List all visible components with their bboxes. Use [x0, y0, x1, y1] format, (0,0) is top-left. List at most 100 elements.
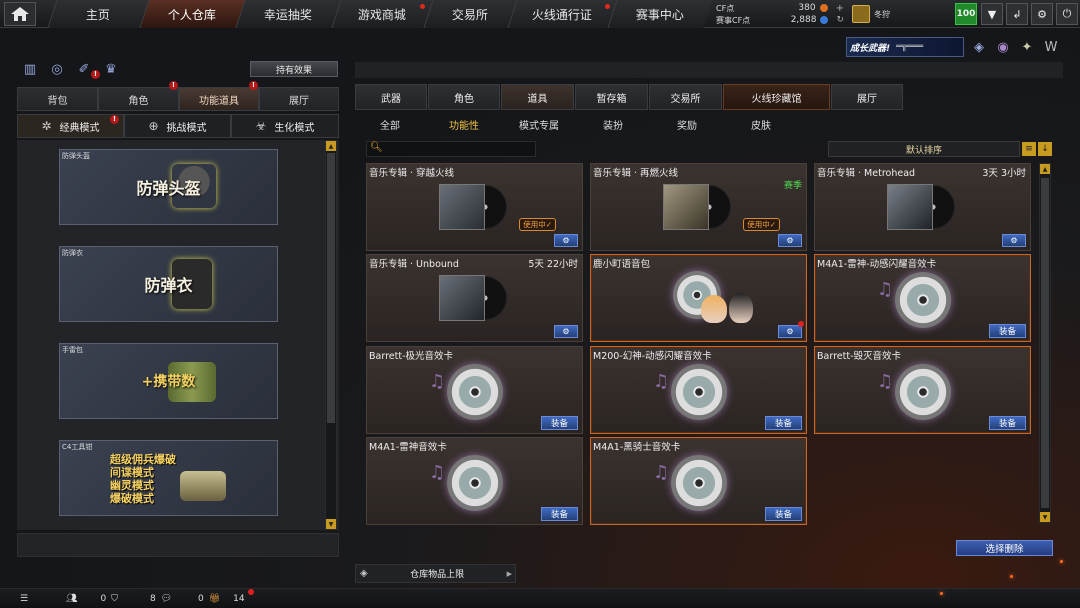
nav-tab-events[interactable]: 赛事中心: [607, 0, 713, 28]
ranking-icon[interactable]: ▥: [20, 60, 40, 78]
home-icon[interactable]: [4, 2, 36, 26]
album-icon: [439, 275, 509, 321]
expand-arrow-icon[interactable]: ▶: [507, 570, 512, 578]
item-card-sound-card[interactable]: M200-幻神-动感闪耀音效卡 ♫ 装备: [590, 346, 807, 434]
friends-counter[interactable]: 👥︎ 0 ⛉: [66, 592, 118, 606]
gift-icon: 🎁︎: [208, 594, 221, 604]
chat-counter[interactable]: 8 💬︎: [150, 592, 172, 606]
c4-tool-card[interactable]: C4工具钳 超级佣兵爆破 间谍模式 幽灵模式 爆破模式: [59, 440, 278, 516]
nav-tab-shop[interactable]: 游戏商城: [331, 0, 433, 28]
tab-challenge-mode[interactable]: ⊕ 挑战模式: [124, 114, 231, 138]
grenade-pack-card[interactable]: 手雷包 +携带数: [59, 343, 278, 419]
sort-order-icon[interactable]: ↓: [1038, 142, 1052, 156]
item-card-sound-card[interactable]: M4A1-雷神音效卡 ♫ 装备: [366, 437, 583, 525]
item-card-album[interactable]: 音乐专辑 · 再燃火线 赛季 使用中✓ ⚙: [590, 163, 807, 251]
subtab-all[interactable]: 全部: [380, 115, 400, 133]
item-card-album[interactable]: 音乐专辑 · Metrohead 3天 3小时 ⚙: [814, 163, 1031, 251]
nav-tab-warehouse[interactable]: 个人仓库: [139, 0, 245, 28]
item-card-sound-card[interactable]: M4A1-雷神-动感闪耀音效卡 ♫ 装备: [814, 254, 1031, 342]
select-delete-button[interactable]: 选择删除: [956, 540, 1053, 556]
item-card-album[interactable]: 音乐专辑 · Unbound 5天 22小时 ⚙: [366, 254, 583, 342]
scroll-thumb[interactable]: [1041, 178, 1049, 508]
sort-dropdown[interactable]: 默认排序: [828, 141, 1020, 157]
tab-roles[interactable]: 角色: [428, 84, 500, 110]
settings-icon[interactable]: ⚙: [554, 325, 578, 338]
scroll-down-icon[interactable]: ▼: [1040, 512, 1050, 522]
scroll-up-icon[interactable]: ▲: [326, 141, 336, 151]
grid-scrollbar[interactable]: ▲ ▼: [1039, 163, 1051, 523]
tab-backpack[interactable]: 背包: [17, 87, 98, 111]
power-icon[interactable]: ⏻: [1056, 3, 1078, 25]
list-view-icon[interactable]: ≡: [1022, 142, 1036, 156]
bag-icon[interactable]: ♛: [101, 60, 121, 78]
gift-counter[interactable]: 0 🎁︎ 14: [198, 592, 245, 606]
capacity-bar[interactable]: ◈ 仓库物品上限 ▶: [355, 564, 516, 583]
item-card-voice-pack[interactable]: 鹿小町语音包 ⚙: [590, 254, 807, 342]
menu-icon[interactable]: ☰: [20, 592, 28, 606]
vest-card[interactable]: 防弹衣 防弹衣: [59, 246, 278, 322]
tab-props[interactable]: 道具: [501, 84, 574, 110]
equip-button[interactable]: 装备: [989, 416, 1026, 430]
item-card-album[interactable]: 音乐专辑 · 穿越火线 使用中✓ ⚙: [366, 163, 583, 251]
tab-gallery[interactable]: 展厅: [259, 87, 339, 111]
tab-collection[interactable]: 火线珍藏馆: [723, 84, 830, 110]
nav-tab-home[interactable]: 主页: [47, 0, 149, 28]
tab-classic-mode[interactable]: ✲ 经典模式!: [17, 114, 124, 138]
tab-weapons[interactable]: 武器: [355, 84, 427, 110]
refresh-icon[interactable]: ↻: [836, 15, 844, 25]
badge-icon-2[interactable]: ◉: [993, 38, 1013, 56]
tab-storage[interactable]: 暂存箱: [575, 84, 648, 110]
search-input[interactable]: 🔍︎: [366, 141, 536, 157]
scroll-up-icon[interactable]: ▲: [1040, 164, 1050, 174]
item-card-sound-card[interactable]: Barrett-毁灭音效卡 ♫ 装备: [814, 346, 1031, 434]
tab-character[interactable]: 角色!: [98, 81, 179, 111]
growth-weapon-banner[interactable]: 成长武器! ═╦═══: [846, 37, 964, 57]
helmet-card[interactable]: 防弹头盔 防弹头盔: [59, 149, 278, 225]
settings-icon[interactable]: ⚙: [554, 234, 578, 247]
tab-functional-items[interactable]: 功能道具!: [179, 81, 259, 111]
equip-button[interactable]: 装备: [541, 507, 578, 521]
item-grid: 音乐专辑 · 穿越火线 使用中✓ ⚙ 音乐专辑 · 再燃火线 赛季 使用中✓ ⚙…: [366, 163, 1034, 529]
ember-decoration: [1060, 560, 1063, 563]
shield-icon[interactable]: ▼: [981, 3, 1003, 25]
return-icon[interactable]: ↲: [1006, 3, 1028, 25]
scroll-down-icon[interactable]: ▼: [326, 519, 336, 529]
settings-icon[interactable]: ⚙: [1002, 234, 1026, 247]
tool-icon[interactable]: ✐!: [74, 60, 100, 79]
badge-icon-1[interactable]: ◈: [969, 38, 989, 56]
badge-icon-4[interactable]: W: [1041, 38, 1061, 56]
equip-button[interactable]: 装备: [765, 507, 802, 521]
equip-button[interactable]: 装备: [541, 416, 578, 430]
add-cf-icon[interactable]: +: [836, 3, 844, 14]
notification-dot: [248, 589, 254, 595]
nav-tab-lottery[interactable]: 幸运抽奖: [235, 0, 341, 28]
left-scrollbar[interactable]: ▲ ▼: [325, 140, 337, 530]
subtab-mode-exclusive[interactable]: 模式专属: [519, 115, 559, 133]
avatar: [701, 295, 727, 323]
sync-icon[interactable]: ◎: [47, 60, 67, 78]
subtab-skins[interactable]: 皮肤: [751, 115, 771, 133]
disc-icon: [447, 364, 503, 420]
item-name: M4A1-黑骑士音效卡: [593, 442, 681, 453]
settings-icon[interactable]: ⚙: [778, 325, 802, 338]
holding-effect-button[interactable]: 持有效果: [250, 61, 338, 77]
user-profile[interactable]: 冬狩: [852, 3, 922, 25]
disc-icon: [671, 364, 727, 420]
tab-trade[interactable]: 交易所: [649, 84, 722, 110]
equip-button[interactable]: 装备: [989, 324, 1026, 338]
badge-icon-3[interactable]: ✦: [1017, 38, 1037, 56]
level-badge[interactable]: 100: [955, 3, 977, 25]
nav-tab-battlepass[interactable]: 火线通行证: [507, 0, 617, 28]
gear-icon[interactable]: ⚙: [1031, 3, 1053, 25]
tab-gallery-right[interactable]: 展厅: [831, 84, 903, 110]
scroll-thumb[interactable]: [327, 153, 335, 423]
nav-tab-exchange[interactable]: 交易所: [423, 0, 517, 28]
subtab-rewards[interactable]: 奖励: [677, 115, 697, 133]
subtab-costume[interactable]: 装扮: [603, 115, 623, 133]
equip-button[interactable]: 装备: [765, 416, 802, 430]
item-card-sound-card[interactable]: Barrett-极光音效卡 ♫ 装备: [366, 346, 583, 434]
subtab-functional[interactable]: 功能性: [449, 115, 479, 133]
item-card-sound-card[interactable]: M4A1-黑骑士音效卡 ♫ 装备: [590, 437, 807, 525]
settings-icon[interactable]: ⚙: [778, 234, 802, 247]
tab-zombie-mode[interactable]: ☣ 生化模式: [231, 114, 339, 138]
